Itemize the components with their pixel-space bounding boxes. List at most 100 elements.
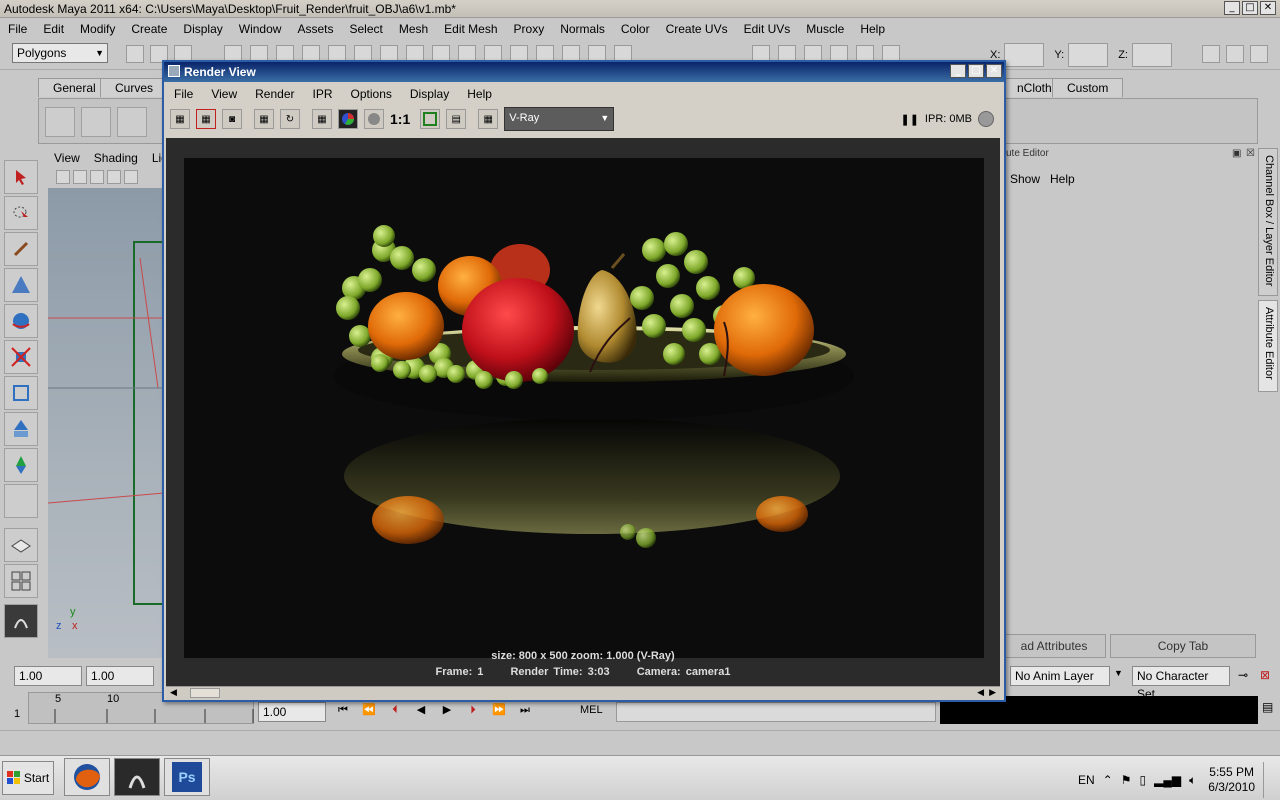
attribute-editor-toggle-icon[interactable]: [1202, 45, 1220, 63]
keep-image-icon[interactable]: [420, 109, 441, 129]
close-icon[interactable]: ☒: [1246, 148, 1255, 159]
x-field[interactable]: [1004, 43, 1045, 67]
menu-window[interactable]: Window: [231, 22, 290, 36]
move-tool-icon[interactable]: [4, 268, 38, 302]
menu-proxy[interactable]: Proxy: [506, 22, 553, 36]
viewport-menu-view[interactable]: View: [46, 151, 86, 165]
ipr-render-icon[interactable]: ▦: [254, 109, 274, 129]
menu-select[interactable]: Select: [341, 22, 390, 36]
grid-icon[interactable]: [90, 170, 104, 184]
paint-select-icon[interactable]: [4, 232, 38, 266]
show-manipulator-icon[interactable]: [4, 448, 38, 482]
show-desktop-button[interactable]: [1263, 762, 1274, 798]
rv-menu-ipr[interactable]: IPR: [303, 87, 341, 101]
rv-menu-file[interactable]: File: [164, 87, 201, 101]
menu-display[interactable]: Display: [175, 22, 230, 36]
step-forward-frame-icon[interactable]: ⏩: [490, 702, 508, 718]
step-back-key-icon[interactable]: ⏴: [386, 702, 404, 718]
attribute-menu-help[interactable]: Help: [1050, 172, 1075, 186]
step-forward-key-icon[interactable]: ⏵: [464, 702, 482, 718]
anim-layer-select[interactable]: No Anim Layer: [1010, 666, 1110, 686]
scroll-left-icon[interactable]: ◀: [170, 687, 177, 698]
mel-command-field[interactable]: [616, 702, 936, 722]
scrollbar-thumb[interactable]: [190, 688, 220, 698]
rv-menu-help[interactable]: Help: [457, 87, 500, 101]
renderer-select[interactable]: V-Ray ▼: [504, 107, 615, 131]
action-center-icon[interactable]: ⚑: [1121, 773, 1132, 787]
channel-box-tab[interactable]: Channel Box / Layer Editor: [1258, 148, 1278, 296]
rotate-tool-icon[interactable]: [4, 304, 38, 338]
pause-ipr-icon[interactable]: ❚❚: [900, 113, 918, 126]
language-indicator[interactable]: EN: [1078, 773, 1095, 787]
viewport-canvas[interactable]: y z x: [48, 188, 164, 658]
render-view-scrollbar[interactable]: ◀ ◀ ▶: [166, 686, 1000, 700]
menu-edit-mesh[interactable]: Edit Mesh: [436, 22, 505, 36]
shelf-tab-curves[interactable]: Curves: [100, 78, 169, 97]
start-button[interactable]: Start: [2, 761, 54, 795]
render-region-icon[interactable]: ▦: [196, 109, 216, 129]
rv-menu-render[interactable]: Render: [245, 87, 302, 101]
power-icon[interactable]: ▯: [1140, 773, 1147, 787]
menu-modify[interactable]: Modify: [72, 22, 123, 36]
scale-tool-icon[interactable]: [4, 340, 38, 374]
taskbar-photoshop[interactable]: Ps: [164, 758, 210, 796]
render-view-minimize-button[interactable]: _: [950, 64, 966, 78]
auto-key-icon[interactable]: ⊠: [1260, 668, 1270, 682]
alpha-channel-icon[interactable]: [364, 109, 384, 129]
playback-start-field[interactable]: 1.00: [86, 666, 154, 686]
bookmark-icon[interactable]: [73, 170, 87, 184]
play-forwards-icon[interactable]: ▶: [438, 702, 456, 718]
menu-muscle[interactable]: Muscle: [798, 22, 852, 36]
menu-set-select[interactable]: Polygons ▼: [12, 43, 108, 63]
rv-menu-options[interactable]: Options: [341, 87, 400, 101]
show-hidden-icons-icon[interactable]: ⌃: [1103, 773, 1113, 787]
universal-manipulator-icon[interactable]: [4, 376, 38, 410]
go-to-start-icon[interactable]: ⏮: [334, 702, 352, 718]
tool-settings-icon[interactable]: [1226, 45, 1244, 63]
channel-box-icon[interactable]: [1250, 45, 1268, 63]
muscle-icon[interactable]: [4, 604, 38, 638]
play-backwards-icon[interactable]: ◀: [412, 702, 430, 718]
menu-help[interactable]: Help: [852, 22, 893, 36]
key-icon[interactable]: ⊸: [1238, 668, 1248, 682]
rv-menu-view[interactable]: View: [201, 87, 245, 101]
minimize-button[interactable]: _: [1224, 1, 1240, 15]
rv-menu-display[interactable]: Display: [400, 87, 457, 101]
go-to-end-icon[interactable]: ⏭: [516, 702, 534, 718]
display-render-options-icon[interactable]: ▦: [478, 109, 499, 129]
scroll-right-end-icon[interactable]: ▶: [989, 687, 996, 698]
scroll-right-icon[interactable]: ◀: [977, 687, 984, 698]
menu-assets[interactable]: Assets: [289, 22, 341, 36]
start-time-field[interactable]: 1.00: [14, 666, 82, 686]
menu-edit-uvs[interactable]: Edit UVs: [736, 22, 799, 36]
soft-modification-icon[interactable]: [4, 412, 38, 446]
shelf-tab-custom[interactable]: Custom: [1052, 78, 1124, 97]
rgb-channels-icon[interactable]: [338, 109, 358, 129]
load-attributes-button[interactable]: ad Attributes: [1002, 634, 1106, 658]
maximize-button[interactable]: □: [1242, 1, 1258, 15]
refresh-ipr-icon[interactable]: ↻: [280, 109, 300, 129]
smooth-shade-icon[interactable]: [124, 170, 138, 184]
menu-mesh[interactable]: Mesh: [391, 22, 436, 36]
float-icon[interactable]: ▣: [1232, 148, 1241, 159]
menu-edit[interactable]: Edit: [35, 22, 72, 36]
muscle-shirt-alt-icon[interactable]: [117, 107, 147, 137]
camera-icon[interactable]: [56, 170, 70, 184]
menu-create-uvs[interactable]: Create UVs: [658, 22, 736, 36]
remove-image-icon[interactable]: ▤: [446, 109, 467, 129]
z-field[interactable]: [1131, 43, 1172, 67]
lasso-tool-icon[interactable]: [4, 196, 38, 230]
rendered-image[interactable]: [184, 158, 984, 658]
copy-tab-button[interactable]: Copy Tab: [1110, 634, 1256, 658]
menu-color[interactable]: Color: [613, 22, 658, 36]
taskbar-firefox[interactable]: [64, 758, 110, 796]
attribute-editor-tab[interactable]: Attribute Editor: [1258, 300, 1278, 392]
wireframe-icon[interactable]: [107, 170, 121, 184]
step-back-frame-icon[interactable]: ⏪: [360, 702, 378, 718]
network-icon[interactable]: ▂▄▆: [1154, 773, 1181, 787]
close-button[interactable]: ✕: [1260, 1, 1276, 15]
muscle-tool-icon[interactable]: [81, 107, 111, 137]
character-set-select[interactable]: No Character Set: [1132, 666, 1230, 701]
taskbar-maya[interactable]: [114, 758, 160, 796]
script-editor-icon[interactable]: ▤: [1262, 700, 1273, 714]
